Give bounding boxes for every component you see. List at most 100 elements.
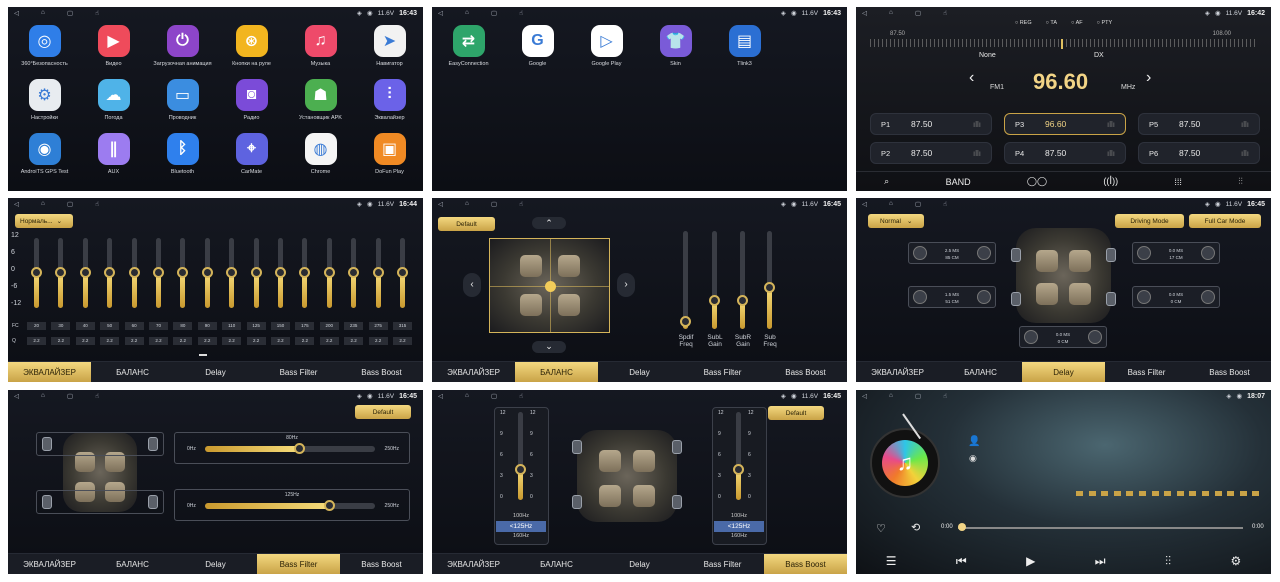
mode-dropdown[interactable]: Normal ⌄	[868, 214, 924, 228]
app-погода[interactable]: ☁ Погода	[79, 79, 148, 121]
eq-q-value[interactable]: 2.2	[344, 337, 364, 345]
stereo-icon[interactable]: ◯◯	[1027, 176, 1047, 187]
home-icon[interactable]: ⌂	[889, 392, 893, 400]
eq-fc-value[interactable]: 70	[149, 322, 168, 330]
preset-p2[interactable]: P2 87.50 ıllı	[870, 142, 992, 164]
app-google-play[interactable]: ▷ Google Play	[572, 25, 641, 67]
back-icon[interactable]: ◁	[862, 200, 867, 208]
tab-bass-filter[interactable]: Bass Filter	[257, 554, 340, 574]
slider-knob[interactable]	[299, 266, 311, 278]
eq-band-slider[interactable]	[201, 238, 213, 308]
tab-equalizer[interactable]: ЭКВАЛАЙЗЕР	[432, 362, 515, 382]
eq-q-value[interactable]: 2.2	[173, 337, 193, 345]
tab-bass-boost[interactable]: Bass Boost	[764, 362, 847, 382]
eq-fc-value[interactable]: 200	[319, 322, 339, 330]
app-радио[interactable]: ◙ Радио	[217, 79, 286, 121]
eq-q-value[interactable]: 2.2	[75, 337, 95, 345]
tab-bass-boost[interactable]: Bass Boost	[340, 554, 423, 574]
prev-station-icon[interactable]: ‹	[969, 69, 974, 87]
eq-band-slider[interactable]	[348, 238, 360, 308]
eq-fc-value[interactable]: 235	[344, 322, 364, 330]
touch-icon[interactable]: ☝	[95, 9, 99, 17]
eq-fc-value[interactable]: 40	[75, 322, 95, 330]
slider-knob[interactable]	[293, 443, 305, 454]
balance-left-button[interactable]: ‹	[463, 273, 481, 297]
touch-icon[interactable]: ☝	[95, 392, 99, 400]
back-icon[interactable]: ◁	[438, 9, 443, 17]
home-icon[interactable]: ⌂	[465, 200, 469, 208]
app-chrome[interactable]: ◍ Chrome	[286, 133, 355, 175]
search-icon[interactable]: ⌕	[884, 176, 889, 187]
tab-bass-filter[interactable]: Bass Filter	[681, 554, 764, 574]
app-androits-gps-test[interactable]: ◉ AndroiTS GPS Test	[10, 133, 79, 175]
home-icon[interactable]: ⌂	[889, 9, 893, 17]
previous-icon[interactable]: ⏮	[956, 554, 967, 569]
slider-knob[interactable]	[55, 266, 67, 278]
app-видео[interactable]: ▶ Видео	[79, 25, 148, 67]
app-музыка[interactable]: ♫ Музыка	[286, 25, 355, 67]
eq-q-value[interactable]: 2.2	[51, 337, 71, 345]
home-icon[interactable]: ⌂	[41, 200, 45, 208]
app-aux[interactable]: ∥ AUX	[79, 133, 148, 175]
eq-fc-value[interactable]: 30	[51, 322, 71, 330]
slider-knob[interactable]	[275, 266, 286, 278]
touch-icon[interactable]: ☝	[943, 9, 947, 17]
eq-q-value[interactable]: 2.2	[124, 337, 144, 345]
slider-knob[interactable]	[372, 266, 384, 278]
touch-icon[interactable]: ☝	[95, 200, 99, 208]
slider-knob[interactable]	[128, 266, 140, 278]
slider-knob[interactable]	[397, 266, 408, 278]
app-easyconnection[interactable]: ⇄ EasyConnection	[434, 25, 503, 67]
eq-band-slider[interactable]	[55, 238, 67, 308]
front-filter-slider[interactable]	[205, 443, 375, 454]
tab-equalizer[interactable]: ЭКВАЛАЙЗЕР	[8, 362, 91, 382]
slider-knob[interactable]	[323, 266, 335, 278]
tab-delay[interactable]: Delay	[1022, 362, 1105, 382]
eq-fc-value[interactable]: 315	[393, 322, 412, 330]
balance-car-view[interactable]	[489, 238, 610, 333]
recents-icon[interactable]: ▢	[491, 9, 497, 17]
boost-freq-selected[interactable]: <125Hz	[496, 521, 546, 532]
eq-q-value[interactable]: 2.2	[197, 337, 217, 345]
recents-icon[interactable]: ▢	[491, 200, 497, 208]
app-проводник[interactable]: ▭ Проводник	[148, 79, 217, 121]
app-360-безопасность[interactable]: ◎ 360°Безопасность	[10, 25, 79, 67]
tab-bass-boost[interactable]: Bass Boost	[764, 554, 847, 574]
slider-knob[interactable]	[79, 266, 91, 278]
tab-delay[interactable]: Delay	[174, 362, 257, 382]
app-bluetooth[interactable]: ᛒ Bluetooth	[148, 133, 217, 175]
touch-icon[interactable]: ☝	[943, 392, 947, 400]
preset-p4[interactable]: P4 87.50 ıllı	[1004, 142, 1126, 164]
eq-q-value[interactable]: 2.2	[222, 337, 242, 345]
recents-icon[interactable]: ▢	[915, 392, 921, 400]
tab-delay[interactable]: Delay	[174, 554, 257, 574]
app-skin[interactable]: 👕 Skin	[641, 25, 710, 67]
eq-fc-value[interactable]: 60	[124, 322, 144, 330]
eq-band-slider[interactable]	[323, 238, 335, 308]
play-icon[interactable]: ▶	[1026, 554, 1035, 568]
driving-mode-button[interactable]: Driving Mode	[1115, 214, 1184, 228]
home-icon[interactable]: ⌂	[41, 392, 45, 400]
eq-fc-value[interactable]: 50	[100, 322, 120, 330]
eq-q-value[interactable]: 2.2	[271, 337, 290, 345]
eq-q-value[interactable]: 2.2	[295, 337, 315, 345]
slider-knob[interactable]	[709, 294, 720, 306]
slider-knob[interactable]	[680, 316, 691, 328]
option-reg[interactable]: ○ REG	[1015, 20, 1032, 26]
back-icon[interactable]: ◁	[14, 200, 19, 208]
preset-dropdown[interactable]: Нормаль... ⌄	[15, 214, 73, 228]
eq-q-value[interactable]: 2.2	[368, 337, 388, 345]
tab-equalizer[interactable]: ЭКВАЛАЙЗЕР	[432, 554, 515, 574]
tab-bass-filter[interactable]: Bass Filter	[257, 362, 340, 382]
eq-fc-value[interactable]: 175	[295, 322, 315, 330]
slider-knob[interactable]	[348, 266, 360, 278]
back-icon[interactable]: ◁	[438, 200, 443, 208]
back-icon[interactable]: ◁	[862, 392, 867, 400]
default-button[interactable]: Default	[438, 217, 495, 231]
balance-point[interactable]	[545, 281, 556, 292]
tab-bass-filter[interactable]: Bass Filter	[681, 362, 764, 382]
front-speaker-group[interactable]	[36, 432, 164, 456]
eq-fc-value[interactable]: 275	[368, 322, 388, 330]
tab-delay[interactable]: Delay	[598, 362, 681, 382]
option-ta[interactable]: ○ TA	[1046, 20, 1057, 26]
